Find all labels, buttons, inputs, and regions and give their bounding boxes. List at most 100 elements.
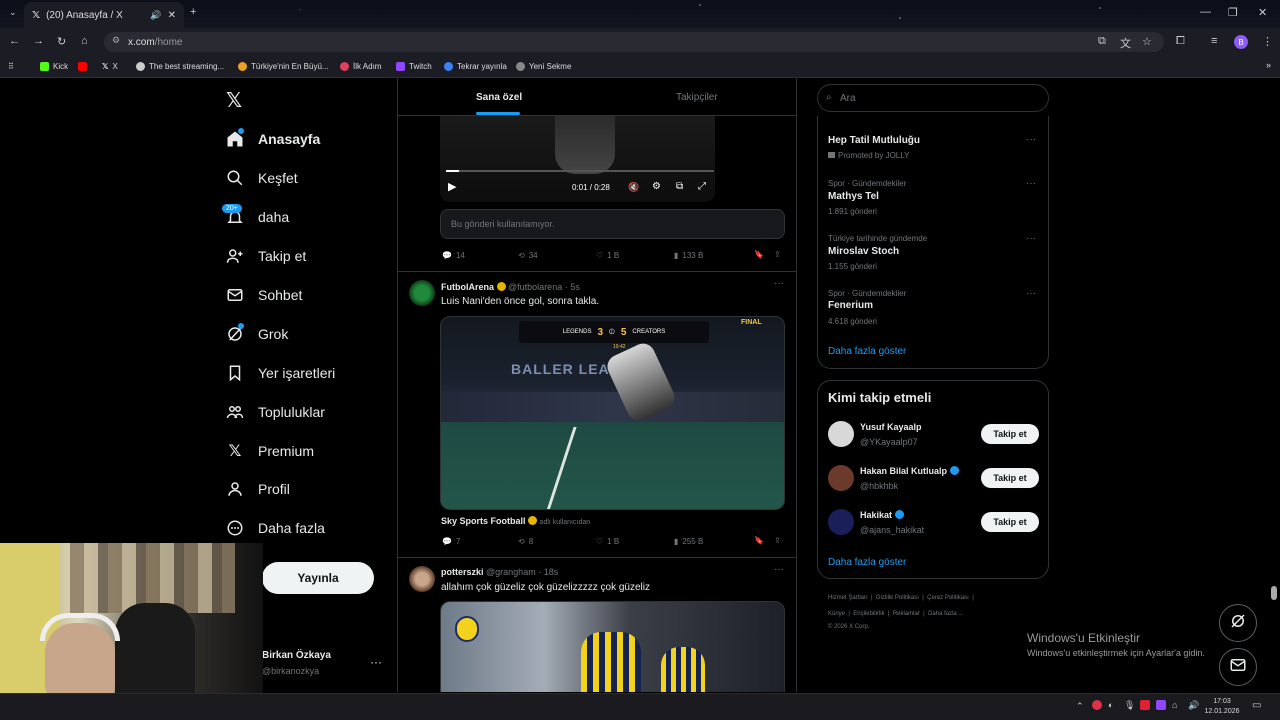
tray-app-icon[interactable] [1092, 700, 1102, 710]
volume-icon[interactable]: 🔊 [1188, 700, 1199, 711]
translate-icon[interactable]: 文 [1120, 35, 1131, 51]
window-close-icon[interactable]: ✕ [1258, 6, 1267, 19]
repost-action[interactable]: ⟲ 34 [518, 251, 538, 260]
minimize-icon[interactable]: — [1200, 6, 1211, 18]
footer-link[interactable]: Erişilebilirlik [853, 611, 884, 617]
nav-communities[interactable]: Topluluklar [226, 403, 325, 421]
share-action[interactable]: ⇪ [774, 250, 781, 259]
tab-search-icon[interactable]: ⌄ [9, 7, 17, 18]
tray-steam-icon[interactable]: ◐ [1108, 700, 1113, 710]
x-logo-icon[interactable]: 𝕏 [226, 88, 242, 113]
play-icon[interactable]: ▶ [448, 180, 456, 193]
site-info-icon[interactable]: ⚙ [112, 35, 120, 46]
messages-fab[interactable] [1219, 648, 1257, 686]
source-attribution[interactable]: Sky Sports Football adlı kullanıcıdan [441, 516, 590, 526]
trend-title[interactable]: Hep Tatil Mutluluğu [828, 135, 920, 146]
pip-icon[interactable]: ⧉ [676, 181, 683, 192]
share-action[interactable]: ⇪ [774, 536, 781, 545]
bookmark-twitch[interactable]: Twitch [396, 62, 432, 71]
repost-action[interactable]: ⟲ 8 [518, 537, 533, 546]
trend-title[interactable]: Mathys Tel [828, 191, 879, 202]
profile-avatar[interactable]: B [1234, 35, 1248, 49]
post-media-video[interactable] [440, 601, 785, 692]
nav-follow[interactable]: Takip et [226, 247, 306, 265]
extensions-icon[interactable]: ⧠ [1176, 35, 1185, 48]
tray-twitch-icon[interactable] [1156, 700, 1166, 710]
tray-chevron-icon[interactable]: ⌃ [1076, 701, 1084, 712]
footer-link[interactable]: Daha fazla ... [928, 611, 963, 617]
video-progress-track[interactable] [446, 170, 714, 172]
video-player[interactable]: ▶ 0:01 / 0:28 🔇 ⚙ ⧉ ⤢ [440, 116, 715, 202]
trend-title[interactable]: Fenerium [828, 300, 873, 311]
nav-explore[interactable]: Keşfet [226, 169, 298, 187]
bookmark-x[interactable]: 𝕏X [102, 62, 118, 71]
views-action[interactable]: ▮ 255 B [674, 537, 703, 546]
home-button-icon[interactable]: ⌂ [81, 35, 88, 47]
account-name[interactable]: Birkan Özkaya [262, 650, 331, 661]
nav-chat[interactable]: Sohbet [226, 286, 302, 304]
reply-action[interactable]: 💬 7 [442, 537, 460, 546]
footer-link[interactable]: Çerez Politikası [927, 595, 969, 601]
menu-kebab-icon[interactable]: ⋮ [1262, 35, 1273, 48]
follow-button[interactable]: Takip et [981, 424, 1039, 444]
show-more-trends[interactable]: Daha fazla göster [828, 346, 906, 357]
avatar[interactable] [409, 566, 435, 592]
tab-following[interactable]: Takipçiler [676, 92, 718, 103]
bookmark-youtube[interactable] [78, 62, 87, 71]
post-media-video[interactable]: LEGENDS 3 ⦶ 5 CREATORS 19:42 FINAL BALLE… [440, 316, 785, 510]
nav-bookmarks[interactable]: Yer işaretleri [226, 364, 335, 382]
back-icon[interactable]: ← [9, 35, 20, 47]
maximize-icon[interactable]: ❐ [1228, 6, 1238, 19]
footer-link[interactable]: Hizmet Şartları [828, 595, 868, 601]
suggestion-name[interactable]: Hakan Bilal Kutlualp [860, 466, 959, 476]
tray-record-icon[interactable] [1140, 700, 1150, 710]
url-field[interactable]: ⚙ x.com/home [104, 32, 1164, 52]
install-icon[interactable]: ⧉ [1098, 35, 1106, 48]
suggestion-avatar[interactable] [828, 465, 854, 491]
page-scrollbar-thumb[interactable] [1271, 586, 1277, 600]
media-icon[interactable]: ≡ [1211, 35, 1217, 47]
post-more-icon[interactable]: ··· [774, 278, 784, 289]
search-input[interactable]: ⌕ Ara [817, 84, 1049, 112]
suggestion-name[interactable]: Yusuf Kayaalp [860, 422, 922, 432]
nav-more[interactable]: Daha fazla [226, 519, 325, 537]
nav-premium[interactable]: 𝕏 Premium [226, 442, 314, 460]
settings-icon[interactable]: ⚙ [652, 181, 661, 192]
nav-profile[interactable]: Profil [226, 480, 290, 498]
trend-more-icon[interactable]: ··· [1026, 178, 1036, 189]
footer-link[interactable]: Künye [828, 611, 845, 617]
bookmark-action[interactable]: 🔖 [754, 536, 764, 545]
suggestion-name[interactable]: Hakikat [860, 510, 904, 520]
star-icon[interactable]: ☆ [1142, 35, 1152, 48]
apps-icon[interactable]: ⠿ [8, 62, 14, 71]
post-button[interactable]: Yayınla [262, 562, 374, 594]
suggestion-avatar[interactable] [828, 421, 854, 447]
like-action[interactable]: ♡ 1 B [596, 251, 619, 260]
bookmarks-overflow-icon[interactable]: » [1266, 60, 1271, 70]
avatar[interactable] [409, 280, 435, 306]
nav-notifications[interactable]: daha 20+ [222, 204, 289, 226]
network-icon[interactable]: ⌂ [1172, 700, 1177, 710]
trend-title[interactable]: Miroslav Stoch [828, 246, 899, 257]
bookmark-tekrar[interactable]: Tekrar yayınla [444, 62, 507, 71]
account-menu-icon[interactable]: ··· [370, 655, 382, 669]
trend-more-icon[interactable]: ··· [1026, 288, 1036, 299]
tab-for-you[interactable]: Sana özel [476, 92, 522, 103]
trend-more-icon[interactable]: ··· [1026, 233, 1036, 244]
post-author[interactable]: FutbolArena @futbolarena · 5s [441, 282, 580, 292]
grok-fab[interactable] [1219, 604, 1257, 642]
views-action[interactable]: ▮ 133 B [674, 251, 703, 260]
follow-button[interactable]: Takip et [981, 512, 1039, 532]
footer-link[interactable]: Reklamlar [893, 611, 920, 617]
fullscreen-icon[interactable]: ⤢ [698, 181, 706, 192]
trend-more-icon[interactable]: ··· [1026, 134, 1036, 145]
bookmark-ilk-adim[interactable]: İlk Adım [340, 62, 381, 71]
bookmark-action[interactable]: 🔖 [754, 250, 764, 259]
forward-icon[interactable]: → [33, 35, 44, 47]
post-author[interactable]: potterszki @grangham · 18s [441, 567, 558, 577]
notification-center-icon[interactable]: ▭ [1252, 700, 1261, 711]
show-more-suggestions[interactable]: Daha fazla göster [828, 557, 906, 568]
footer-link[interactable]: Gizlilik Politikası [876, 595, 919, 601]
mute-icon[interactable]: 🔇 [628, 182, 639, 193]
nav-grok[interactable]: Grok [226, 323, 288, 343]
